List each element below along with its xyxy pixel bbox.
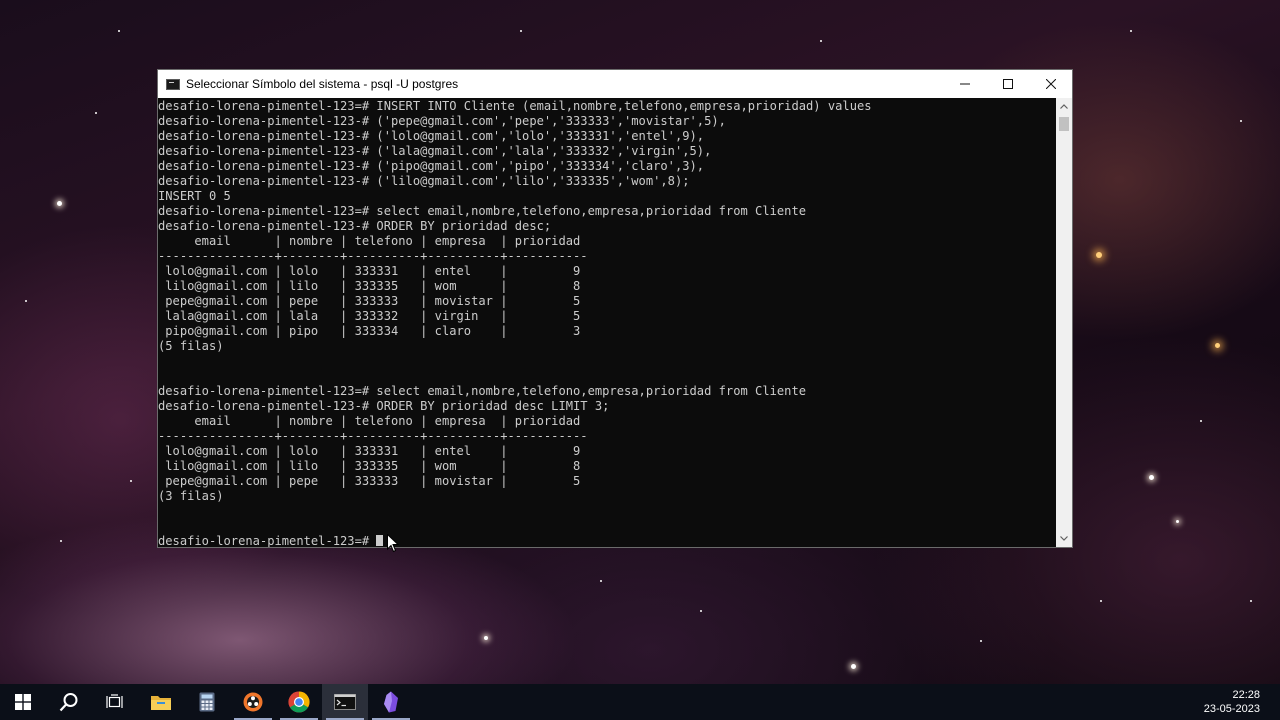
star	[25, 300, 27, 302]
star	[851, 664, 856, 669]
star	[1250, 600, 1252, 602]
console-line: ----------------+--------+----------+---…	[158, 429, 588, 443]
taskbar-calculator-button[interactable]	[184, 684, 230, 720]
star	[600, 580, 602, 582]
taskbar-obs-button[interactable]	[230, 684, 276, 720]
star	[1215, 343, 1220, 348]
window-title: Seleccionar Símbolo del sistema - psql -…	[186, 77, 459, 91]
obs-icon	[243, 692, 263, 712]
console-line: desafio-lorena-pimentel-123-# ('pepe@gma…	[158, 114, 726, 128]
console-line: (5 filas)	[158, 339, 224, 353]
calculator-icon	[199, 692, 215, 712]
chevron-up-icon	[1060, 104, 1068, 109]
console-line: desafio-lorena-pimentel-123-# ('lolo@gma…	[158, 129, 705, 143]
command-prompt-icon	[166, 78, 180, 90]
console-line: desafio-lorena-pimentel-123-# ('lala@gma…	[158, 144, 712, 158]
star	[520, 30, 522, 32]
star	[60, 540, 62, 542]
console-line: (3 filas)	[158, 489, 224, 503]
text-cursor	[376, 535, 384, 546]
windows-start-icon	[15, 694, 31, 710]
search-icon	[59, 692, 79, 712]
star	[130, 480, 132, 482]
console-line: email | nombre | telefono | empresa | pr…	[158, 414, 581, 428]
console-line: desafio-lorena-pimentel-123-# ('lilo@gma…	[158, 174, 690, 188]
star	[118, 30, 120, 32]
console-line: desafio-lorena-pimentel-123-# ORDER BY p…	[158, 219, 552, 233]
clock-time: 22:28	[1232, 689, 1260, 701]
scroll-up-button[interactable]	[1056, 98, 1072, 115]
star	[820, 40, 822, 42]
console-prompt: desafio-lorena-pimentel-123=#	[158, 534, 377, 547]
task-view-icon	[106, 694, 124, 710]
star	[484, 636, 488, 640]
close-icon	[1045, 79, 1056, 89]
taskbar-chrome-button[interactable]	[276, 684, 322, 720]
star	[980, 640, 982, 642]
star	[57, 201, 62, 206]
console-line: pipo@gmail.com | pipo | 333334 | claro |…	[158, 324, 581, 338]
minimize-icon	[959, 83, 970, 85]
star	[1100, 600, 1102, 602]
star	[1130, 30, 1132, 32]
console-line: desafio-lorena-pimentel-123=# select ema…	[158, 204, 807, 218]
maximize-button[interactable]	[986, 70, 1029, 98]
taskbar-file-explorer-button[interactable]	[138, 684, 184, 720]
console-line: desafio-lorena-pimentel-123-# ('pipo@gma…	[158, 159, 705, 173]
scrollbar-thumb[interactable]	[1059, 117, 1069, 131]
star	[1149, 475, 1154, 480]
console-line: desafio-lorena-pimentel-123=# select ema…	[158, 384, 807, 398]
console-line: desafio-lorena-pimentel-123=# INSERT INT…	[158, 99, 872, 113]
star	[95, 112, 97, 114]
taskbar: 22:28 23-05-2023	[0, 684, 1280, 720]
minimize-button[interactable]	[943, 70, 986, 98]
close-button[interactable]	[1029, 70, 1072, 98]
taskbar-obsidian-button[interactable]	[368, 684, 414, 720]
taskbar-task-view-button[interactable]	[92, 684, 138, 720]
console-line: ----------------+--------+----------+---…	[158, 249, 588, 263]
vertical-scrollbar[interactable]	[1056, 98, 1072, 547]
console-line: pepe@gmail.com | pepe | 333333 | movista…	[158, 294, 581, 308]
star	[700, 610, 702, 612]
star	[1176, 520, 1179, 523]
console-line: pepe@gmail.com | pepe | 333333 | movista…	[158, 474, 581, 488]
mouse-pointer-icon	[387, 534, 399, 553]
file-explorer-icon	[150, 693, 172, 711]
console-line: lala@gmail.com | lala | 333332 | virgin …	[158, 309, 581, 323]
taskbar-search-button[interactable]	[46, 684, 92, 720]
chrome-icon	[288, 691, 310, 713]
obsidian-icon	[383, 691, 399, 713]
console-line: lilo@gmail.com | lilo | 333335 | wom | 8	[158, 279, 581, 293]
taskbar-command-prompt-button[interactable]	[322, 684, 368, 720]
maximize-icon	[1002, 79, 1013, 89]
console-output[interactable]: desafio-lorena-pimentel-123=# INSERT INT…	[158, 98, 1056, 547]
console-line: lolo@gmail.com | lolo | 333331 | entel |…	[158, 444, 581, 458]
console-line: INSERT 0 5	[158, 189, 231, 203]
window-titlebar[interactable]: Seleccionar Símbolo del sistema - psql -…	[158, 70, 1072, 98]
system-clock[interactable]: 22:28 23-05-2023	[1190, 688, 1280, 716]
command-prompt-window[interactable]: Seleccionar Símbolo del sistema - psql -…	[157, 69, 1073, 548]
console-line: lolo@gmail.com | lolo | 333331 | entel |…	[158, 264, 581, 278]
scroll-down-button[interactable]	[1056, 530, 1072, 547]
console-line: email | nombre | telefono | empresa | pr…	[158, 234, 581, 248]
console-line: desafio-lorena-pimentel-123-# ORDER BY p…	[158, 399, 610, 413]
star	[1240, 120, 1242, 122]
star	[1096, 252, 1102, 258]
star	[1200, 420, 1202, 422]
console-line: lilo@gmail.com | lilo | 333335 | wom | 8	[158, 459, 581, 473]
clock-date: 23-05-2023	[1203, 703, 1260, 715]
console-text: desafio-lorena-pimentel-123=# INSERT INT…	[158, 98, 1056, 547]
command-prompt-icon	[334, 694, 356, 710]
taskbar-windows-start-button[interactable]	[0, 684, 46, 720]
chevron-down-icon	[1060, 536, 1068, 541]
